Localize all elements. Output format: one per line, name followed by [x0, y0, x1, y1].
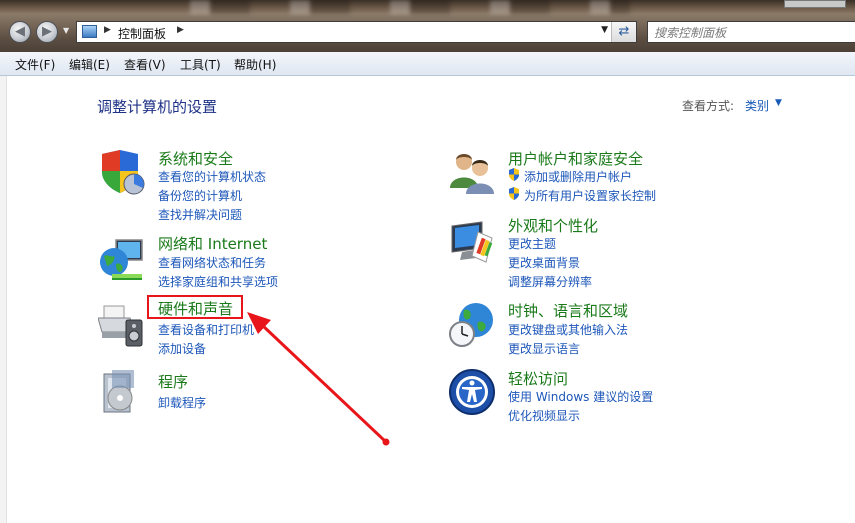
annotation-arrow: [247, 312, 390, 446]
